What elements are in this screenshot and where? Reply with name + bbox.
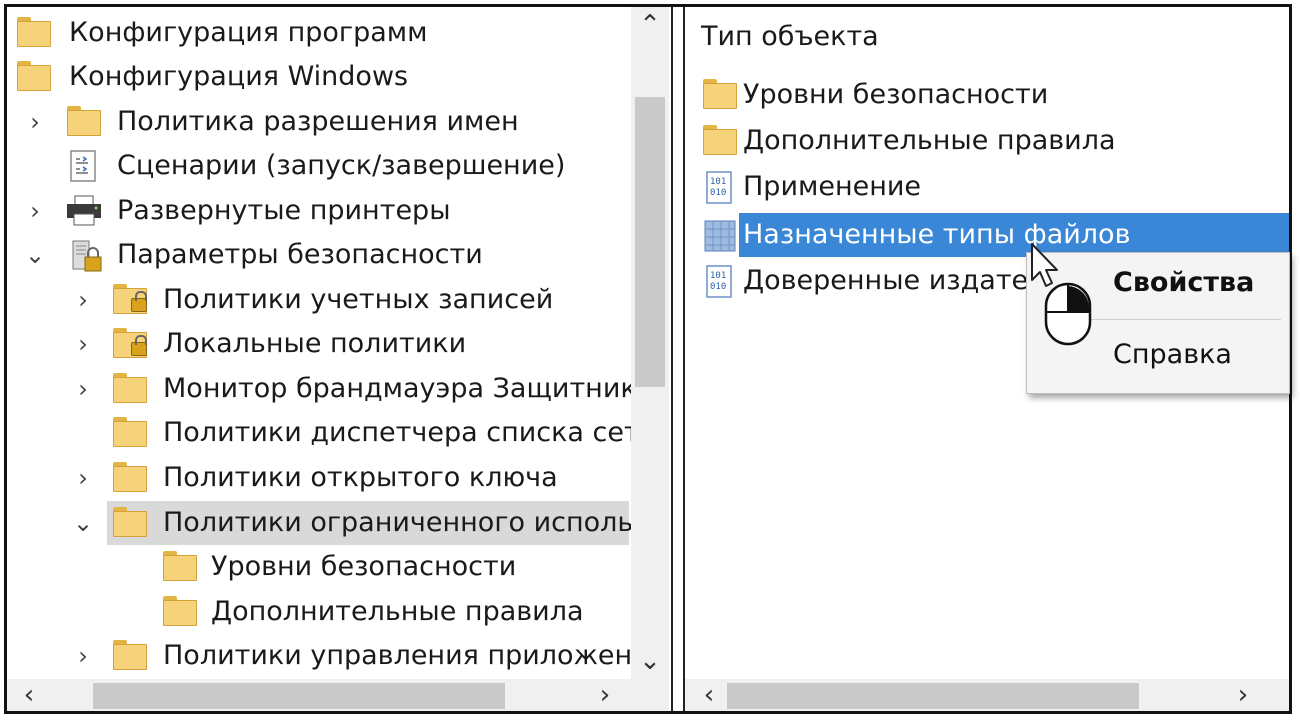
svg-text:010: 010 xyxy=(710,188,726,198)
list-item-enforcement[interactable]: 101 010 Применение xyxy=(699,165,1289,209)
locked-folder-icon xyxy=(113,284,147,316)
binary-policy-icon: 101 010 xyxy=(703,171,737,204)
svg-text:101: 101 xyxy=(710,271,726,281)
svg-text:010: 010 xyxy=(710,282,726,292)
details-horizontal-scrollbar[interactable]: ‹ › xyxy=(685,679,1289,711)
folder-icon xyxy=(17,17,51,49)
column-header-object-type[interactable]: Тип объекта xyxy=(701,21,879,52)
folder-icon xyxy=(17,61,51,93)
scroll-left-arrow-icon[interactable]: ‹ xyxy=(691,679,727,711)
chevron-right-icon[interactable]: › xyxy=(69,322,97,366)
folder-icon xyxy=(703,125,737,157)
scroll-left-arrow-icon[interactable]: ‹ xyxy=(11,679,47,711)
details-horizontal-scroll-thumb[interactable] xyxy=(727,683,1139,709)
tree-item-network-list-manager[interactable]: Политики диспетчера списка сете xyxy=(7,411,656,455)
binary-policy-icon: 101 010 xyxy=(703,265,737,298)
tree-horizontal-scrollbar[interactable]: ‹ › xyxy=(7,679,631,711)
right-click-mouse-icon xyxy=(1044,282,1092,346)
folder-icon xyxy=(703,79,737,111)
tree-item-account-policies[interactable]: › Политики учетных записей xyxy=(7,278,629,322)
folder-icon xyxy=(113,373,147,405)
tree-horizontal-scroll-thumb[interactable] xyxy=(93,683,505,709)
tree-item-name-resolution-policy[interactable]: › Политика разрешения имен xyxy=(7,100,629,144)
file-types-icon xyxy=(703,219,737,252)
chevron-down-icon[interactable]: ⌄ xyxy=(21,233,49,277)
chevron-right-icon[interactable]: › xyxy=(21,100,49,144)
context-menu-help[interactable]: Справка xyxy=(1113,339,1232,370)
tree-item-software-restriction-policies[interactable]: Политики ограниченного использ xyxy=(107,501,648,545)
scroll-right-arrow-icon[interactable]: › xyxy=(587,679,623,711)
context-menu-properties[interactable]: Свойства xyxy=(1113,267,1254,298)
folder-icon xyxy=(113,640,147,672)
tree-vertical-scrollbar[interactable]: ⌃ ⌄ xyxy=(631,7,669,679)
tree-item-application-control-policies[interactable]: › Политики управления приложени xyxy=(7,634,650,678)
scroll-up-arrow-icon[interactable]: ⌃ xyxy=(631,7,669,43)
scrollbar-corner xyxy=(631,679,669,711)
tree-item-firewall-monitor[interactable]: › Монитор брандмауэра Защитника xyxy=(7,367,653,411)
tree-vertical-scroll-thumb[interactable] xyxy=(635,97,665,387)
tree-item-security-settings[interactable]: ⌄ Параметры безопасности xyxy=(7,233,629,277)
context-menu-separator xyxy=(1085,319,1281,320)
locked-folder-icon xyxy=(113,328,147,360)
tree-item-deployed-printers[interactable]: › Развернутые принтеры xyxy=(7,189,629,233)
tree-item-software-settings[interactable]: Конфигурация программ xyxy=(7,11,629,55)
chevron-right-icon[interactable]: › xyxy=(69,278,97,322)
chevron-right-icon[interactable]: › xyxy=(69,456,97,500)
list-item-security-levels[interactable]: Уровни безопасности xyxy=(699,73,1289,117)
tree-item-windows-settings[interactable]: Конфигурация Windows xyxy=(7,55,629,99)
script-icon xyxy=(67,150,101,182)
chevron-right-icon[interactable]: › xyxy=(21,189,49,233)
tree-item-scripts[interactable]: Сценарии (запуск/завершение) xyxy=(7,144,629,188)
folder-icon xyxy=(163,596,197,628)
tree-item-security-levels[interactable]: Уровни безопасности xyxy=(7,545,629,589)
scroll-right-arrow-icon[interactable]: › xyxy=(1225,679,1261,711)
tree-pane: Конфигурация программ Конфигурация Windo… xyxy=(7,7,671,711)
list-item-designated-file-types[interactable]: Назначенные типы файлов xyxy=(699,213,1289,257)
folder-icon xyxy=(113,462,147,494)
chevron-down-icon[interactable]: ⌄ xyxy=(69,501,97,545)
folder-icon xyxy=(113,507,147,539)
tree-item-public-key-policies[interactable]: › Политики открытого ключа xyxy=(7,456,629,500)
folder-icon xyxy=(67,106,101,138)
tree-item-local-policies[interactable]: › Локальные политики xyxy=(7,322,629,366)
list-item-additional-rules[interactable]: Дополнительные правила xyxy=(699,119,1289,163)
folder-icon xyxy=(113,417,147,449)
svg-text:101: 101 xyxy=(710,177,726,187)
folder-icon xyxy=(163,551,197,583)
chevron-right-icon[interactable]: › xyxy=(69,634,97,678)
security-settings-icon xyxy=(69,239,103,272)
printer-icon xyxy=(65,195,101,227)
pane-splitter[interactable] xyxy=(671,7,685,711)
tree-item-additional-rules[interactable]: Дополнительные правила xyxy=(7,590,629,634)
scroll-down-arrow-icon[interactable]: ⌄ xyxy=(631,643,669,679)
chevron-right-icon[interactable]: › xyxy=(69,367,97,411)
